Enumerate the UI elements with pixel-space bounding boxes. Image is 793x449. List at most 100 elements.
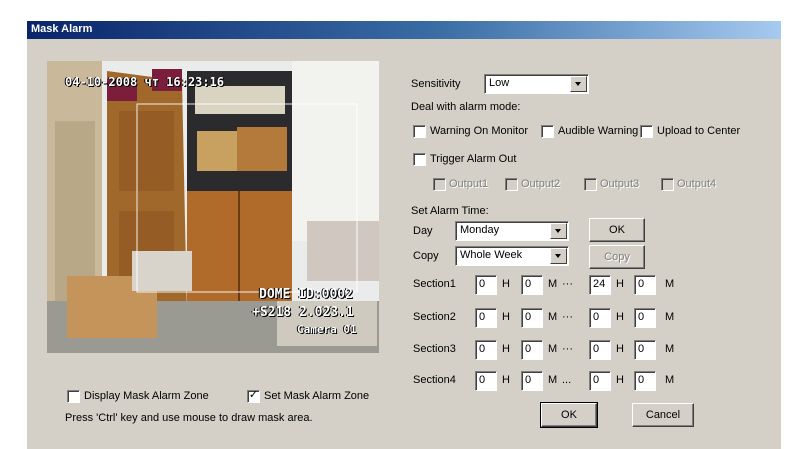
day-ok-button[interactable]: OK (589, 218, 645, 242)
output4-checkbox[interactable] (661, 178, 674, 191)
start-hour-input[interactable]: 0 (475, 308, 497, 328)
copy-button[interactable]: Copy (589, 245, 645, 269)
sensitivity-label: Sensitivity (411, 78, 461, 90)
section-label: Section2 (413, 311, 456, 323)
minute-unit: M (665, 374, 675, 386)
audible-warning-label: Audible Warning (558, 125, 639, 137)
display-mask-zone-label: Display Mask Alarm Zone (84, 390, 209, 402)
end-hour-input[interactable]: 0 (589, 340, 611, 360)
copy-label: Copy (413, 250, 439, 262)
range-separator: ··· (562, 311, 573, 323)
input-value: 0 (638, 311, 645, 323)
output2-label: Output2 (521, 178, 561, 190)
end-minute-input[interactable]: 0 (634, 275, 656, 295)
set-alarm-time-label: Set Alarm Time: (411, 205, 489, 217)
osd-dome-id: DOME ID:0002 (259, 287, 353, 302)
input-value: 0 (479, 311, 486, 323)
start-minute-input[interactable]: 0 (521, 275, 543, 295)
minute-unit: M (665, 278, 675, 290)
hour-unit: H (616, 278, 624, 290)
start-minute-input[interactable]: 0 (521, 340, 543, 360)
ok-button[interactable]: OK (540, 402, 598, 428)
end-hour-input[interactable]: 24 (589, 275, 611, 295)
minute-unit: M (665, 311, 675, 323)
mask-hint: Press 'Ctrl' key and use mouse to draw m… (65, 412, 313, 424)
range-separator: ··· (562, 278, 573, 290)
section-label: Section1 (413, 278, 456, 290)
input-value: 0 (638, 343, 645, 355)
section-label: Section4 (413, 374, 456, 386)
end-hour-input[interactable]: 0 (589, 371, 611, 391)
hour-unit: H (502, 343, 510, 355)
sensitivity-select[interactable]: Low (484, 74, 589, 94)
input-value: 0 (525, 343, 532, 355)
input-value: 0 (638, 374, 645, 386)
set-mask-zone-checkbox[interactable]: ✓ (247, 389, 260, 403)
title-bar[interactable]: Mask Alarm (27, 21, 781, 39)
upload-to-center-checkbox[interactable] (640, 125, 653, 138)
input-value: 0 (479, 374, 486, 386)
start-minute-input[interactable]: 0 (521, 308, 543, 328)
copy-select[interactable]: Whole Week (455, 246, 569, 266)
chevron-down-icon[interactable] (550, 223, 567, 239)
input-value: 0 (593, 311, 600, 323)
end-minute-input[interactable]: 0 (634, 340, 656, 360)
start-hour-input[interactable]: 0 (475, 275, 497, 295)
end-hour-input[interactable]: 0 (589, 308, 611, 328)
sensitivity-value: Low (489, 77, 510, 89)
input-value: 24 (593, 278, 606, 290)
hour-unit: H (502, 311, 510, 323)
start-hour-input[interactable]: 0 (475, 371, 497, 391)
section-label: Section3 (413, 343, 456, 355)
upload-to-center-label: Upload to Center (657, 125, 741, 137)
window-title: Mask Alarm (31, 23, 93, 35)
output2-checkbox[interactable] (505, 178, 518, 191)
output3-label: Output3 (600, 178, 640, 190)
copy-value: Whole Week (460, 249, 523, 261)
start-hour-input[interactable]: 0 (475, 340, 497, 360)
cancel-button[interactable]: Cancel (632, 403, 694, 427)
day-label: Day (413, 225, 433, 237)
minute-unit: M (665, 343, 675, 355)
day-select[interactable]: Monday (455, 221, 569, 241)
hour-unit: H (502, 278, 510, 290)
mask-alarm-dialog: Mask Alarm 04-10-2008 чт 16:23:16 DOME I… (26, 20, 781, 449)
checkmark-icon: ✓ (248, 389, 259, 401)
day-value: Monday (460, 224, 500, 236)
warning-on-monitor-checkbox[interactable] (413, 125, 426, 138)
input-value: 0 (479, 278, 486, 290)
input-value: 0 (525, 374, 532, 386)
minute-unit: M (548, 343, 558, 355)
start-minute-input[interactable]: 0 (521, 371, 543, 391)
osd-camera-label: Camera 01 (297, 323, 357, 336)
input-value: 0 (593, 343, 600, 355)
trigger-alarm-out-checkbox[interactable] (413, 153, 426, 166)
input-value: 0 (638, 278, 645, 290)
chevron-down-icon[interactable] (550, 248, 567, 264)
minute-unit: M (548, 311, 558, 323)
output1-label: Output1 (449, 178, 489, 190)
chevron-down-icon[interactable] (570, 76, 587, 92)
output3-checkbox[interactable] (584, 178, 597, 191)
end-minute-input[interactable]: 0 (634, 371, 656, 391)
hour-unit: H (616, 343, 624, 355)
input-value: 0 (525, 311, 532, 323)
input-value: 0 (525, 278, 532, 290)
audible-warning-checkbox[interactable] (541, 125, 554, 138)
hour-unit: H (616, 374, 624, 386)
minute-unit: M (548, 278, 558, 290)
input-value: 0 (593, 374, 600, 386)
deal-mode-label: Deal with alarm mode: (411, 101, 521, 113)
output4-label: Output4 (677, 178, 717, 190)
end-minute-input[interactable]: 0 (634, 308, 656, 328)
display-mask-zone-checkbox[interactable] (67, 390, 80, 403)
range-separator: ··· (562, 343, 573, 355)
set-mask-zone-label: Set Mask Alarm Zone (264, 390, 370, 402)
minute-unit: M (548, 374, 558, 386)
hour-unit: H (616, 311, 624, 323)
osd-timestamp: 04-10-2008 чт 16:23:16 (65, 75, 224, 89)
camera-preview[interactable]: 04-10-2008 чт 16:23:16 DOME ID:0002 +S21… (47, 61, 379, 353)
input-value: 0 (479, 343, 486, 355)
range-separator: ... (562, 374, 572, 386)
output1-checkbox[interactable] (433, 178, 446, 191)
